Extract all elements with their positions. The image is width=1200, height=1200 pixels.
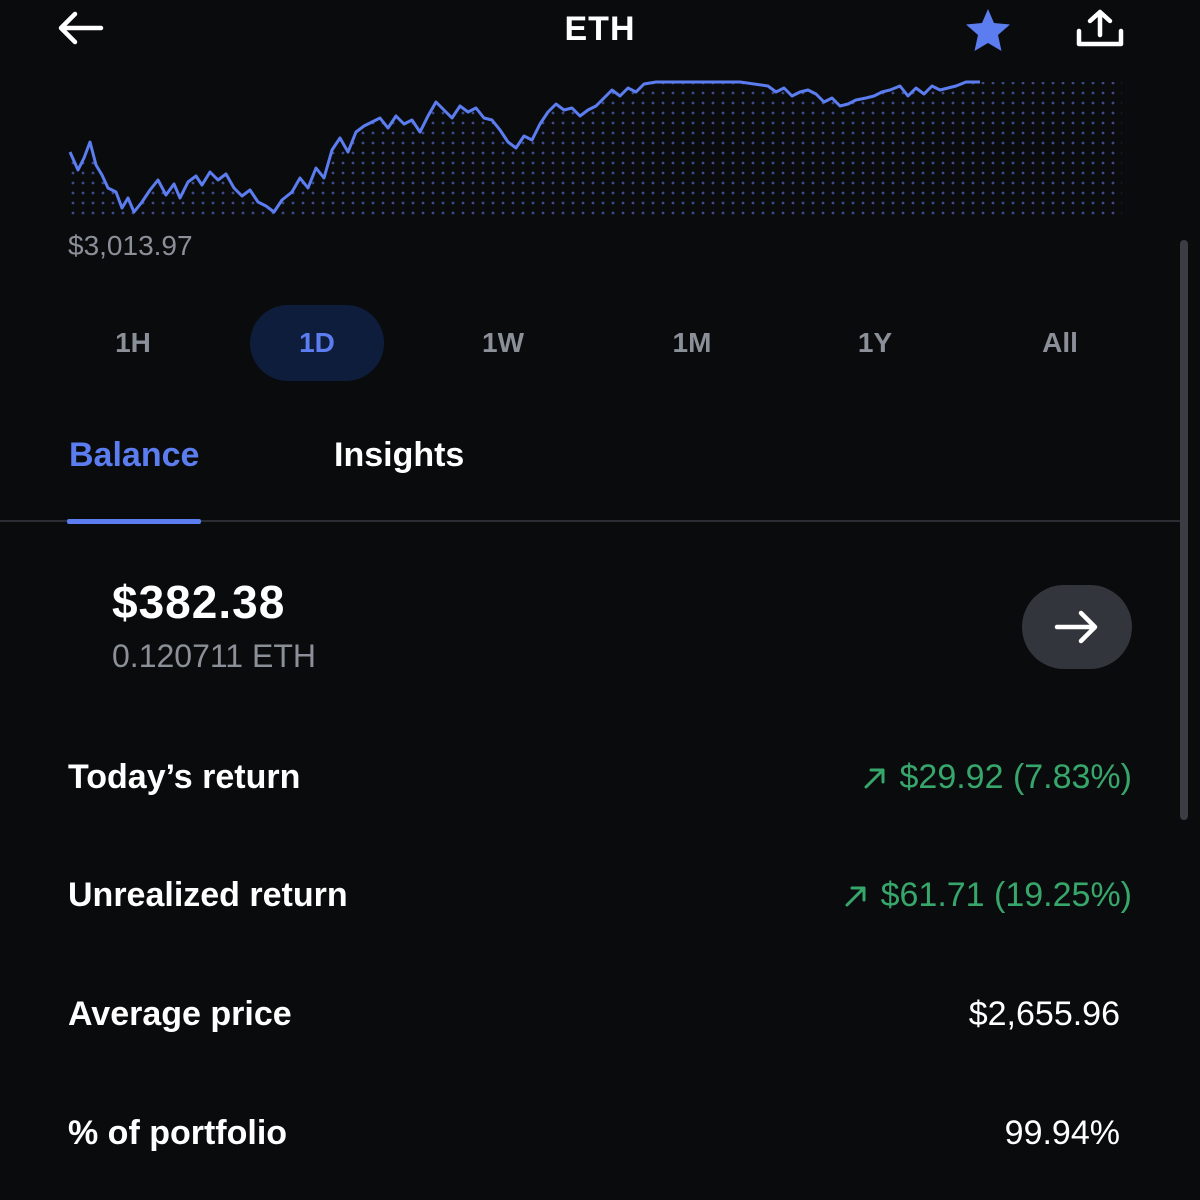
range-1h[interactable]: 1H [66, 305, 200, 381]
share-button[interactable] [1070, 6, 1130, 50]
chart-low-price-label: $3,013.97 [68, 230, 193, 261]
section-tabs: Balance Insights [0, 430, 1180, 524]
average-price-label: Average price [68, 995, 292, 1033]
todays-return-row: Today’s return $29.92 (7.83%) [68, 748, 1132, 808]
star-icon [966, 9, 1010, 51]
favorite-button[interactable] [960, 8, 1016, 52]
balance-details-button[interactable] [1022, 585, 1132, 669]
asset-detail-screen: ETH $3,013.97 1H 1D 1W 1M 1Y All Balance… [0, 0, 1200, 1200]
unrealized-return-row: Unrealized return $61.71 (19.25%) [68, 866, 1132, 926]
tab-balance[interactable]: Balance [66, 436, 202, 524]
unrealized-return-amount: $61.71 (19.25%) [880, 876, 1132, 914]
scrollbar[interactable] [1180, 240, 1188, 820]
trend-up-icon [864, 768, 884, 788]
trend-up-icon [845, 886, 866, 906]
balance-fiat-value: $382.38 [112, 576, 286, 628]
balance-crypto-amount: 0.120711 ETH [112, 638, 316, 674]
unrealized-return-label: Unrealized return [68, 876, 348, 914]
todays-return-amount: $29.92 (7.83%) [899, 758, 1133, 796]
portfolio-percent-label: % of portfolio [68, 1114, 288, 1152]
range-1w[interactable]: 1W [436, 305, 570, 381]
price-chart[interactable] [60, 80, 1130, 230]
unrealized-return-value: $61.71 (19.25%) [843, 876, 1132, 915]
range-all[interactable]: All [993, 305, 1127, 381]
range-1y[interactable]: 1Y [808, 305, 942, 381]
arrow-right-icon [1054, 610, 1098, 644]
average-price-value: $2,655.96 [968, 995, 1120, 1033]
page-title: ETH [564, 10, 636, 48]
chart-area [70, 82, 1122, 218]
portfolio-percent-row: % of portfolio 99.94% [68, 1104, 1132, 1164]
range-1m[interactable]: 1M [625, 305, 759, 381]
average-price-row: Average price $2,655.96 [68, 985, 1132, 1045]
portfolio-percent-value: 99.94% [1004, 1114, 1120, 1152]
tab-insights[interactable]: Insights [334, 436, 464, 520]
top-bar: ETH [0, 0, 1200, 60]
todays-return-value: $29.92 (7.83%) [862, 758, 1133, 797]
share-icon [1076, 9, 1124, 47]
time-range-selector: 1H 1D 1W 1M 1Y All [0, 305, 1200, 385]
range-1d[interactable]: 1D [250, 305, 384, 381]
todays-return-label: Today’s return [68, 758, 301, 796]
